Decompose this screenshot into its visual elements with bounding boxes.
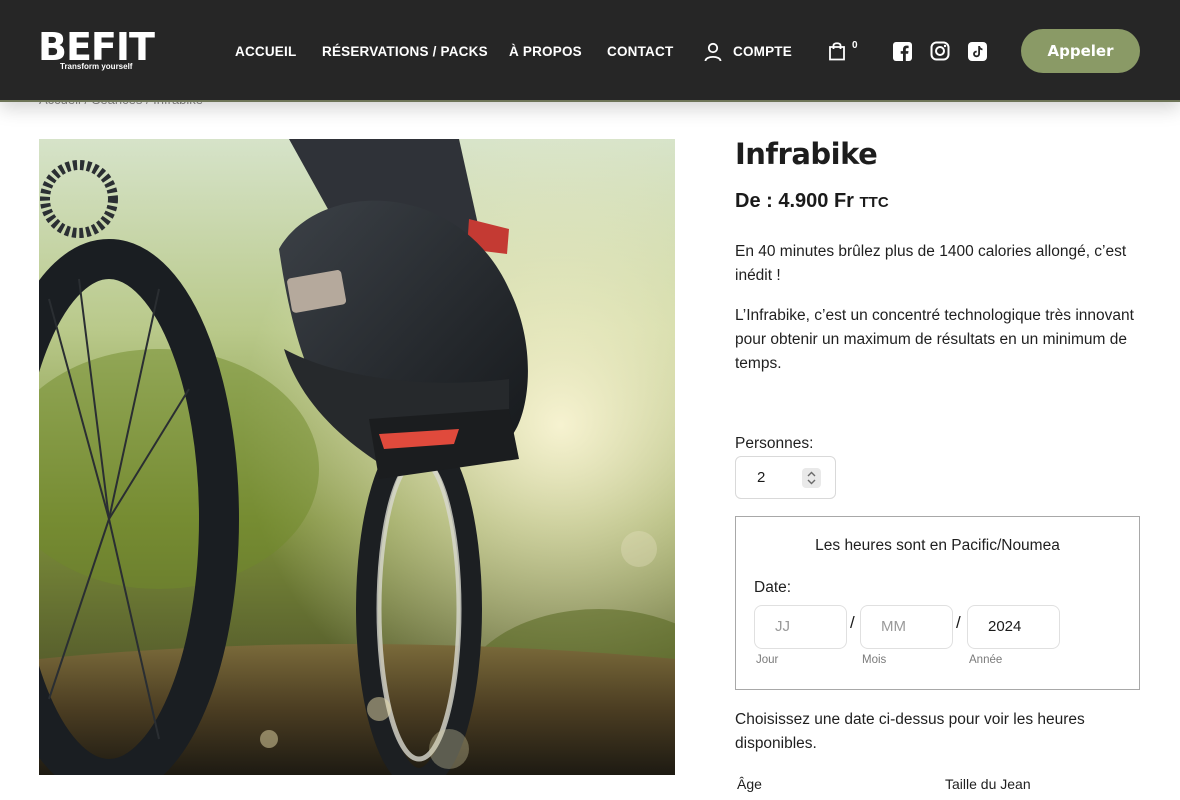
product-description: L’Infrabike, c’est un concentré technolo… [735,307,1134,372]
facebook-icon[interactable] [893,42,912,66]
month-input[interactable]: MM [860,605,953,649]
date-picker-panel: Les heures sont en Pacific/Noumea Date: … [735,516,1140,690]
call-button[interactable]: Appeler [1021,29,1140,73]
spinner-arrows-icon[interactable] [802,468,821,488]
persons-value[interactable]: 2 [757,469,765,486]
persons-stepper[interactable]: 2 [735,456,836,499]
cart-count: 0 [852,40,858,51]
nav-item-compte[interactable]: COMPTE [733,44,792,59]
price-amount: De : 4.900 Fr [735,190,854,212]
logo-text: BEFIT [38,25,155,69]
product-title: Infrabike [735,137,878,171]
age-label: Âge [737,776,762,792]
nav-item-accueil[interactable]: ACCUEIL [235,44,296,59]
shopping-bag-icon[interactable] [828,41,846,66]
year-sublabel: Année [969,654,1003,666]
product-image [39,139,675,775]
timezone-note: Les heures sont en Pacific/Noumea [815,537,1060,554]
product-description: En 40 minutes brûlez plus de 1400 calori… [735,243,1127,284]
date-separator: / [850,613,855,632]
site-header: BEFIT Transform yourself ACCUEIL RÉSERVA… [0,0,1180,102]
product-price: De : 4.900 Fr TTC [735,190,889,213]
date-label: Date: [754,579,792,596]
date-separator: / [956,613,961,632]
price-tax-label: TTC [859,194,889,211]
month-sublabel: Mois [862,654,887,666]
size-label: Taille du Jean [945,776,1031,792]
tiktok-icon[interactable] [968,42,987,66]
persons-label: Personnes: [735,435,814,452]
instagram-icon[interactable] [930,41,950,66]
availability-hint: Choisissez une date ci-dessus pour voir … [735,711,1085,752]
year-input[interactable]: 2024 [967,605,1060,649]
nav-item-a-propos[interactable]: À PROPOS [509,44,582,59]
logo[interactable]: BEFIT Transform yourself [38,28,156,74]
nav-item-reservations[interactable]: RÉSERVATIONS / PACKS [322,44,488,59]
day-sublabel: Jour [756,654,779,666]
logo-tagline: Transform yourself [60,62,133,71]
user-icon[interactable] [704,42,722,67]
day-input[interactable]: JJ [754,605,847,649]
nav-item-contact[interactable]: CONTACT [607,44,673,59]
